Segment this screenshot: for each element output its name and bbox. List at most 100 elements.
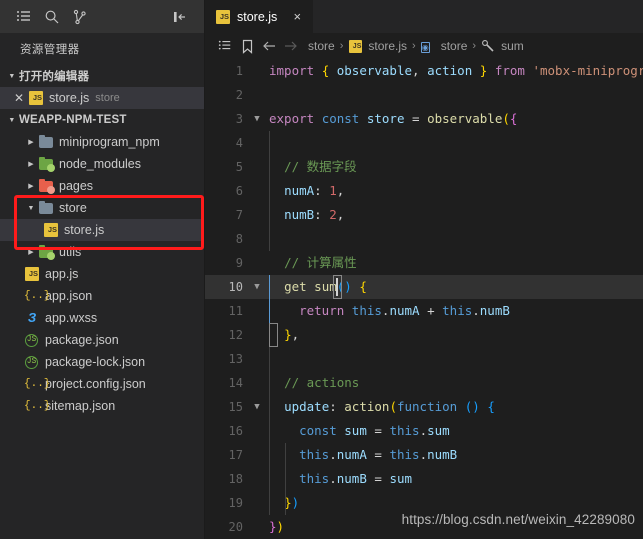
tree-item-node-modules[interactable]: node_modules: [0, 153, 204, 175]
breadcrumb-separator: ›: [412, 40, 416, 52]
tree-item-app-json[interactable]: {..}app.json: [0, 285, 204, 307]
tree-item-package-json[interactable]: JSpackage.json: [0, 329, 204, 351]
indent-guide: [285, 443, 286, 515]
code-line[interactable]: 1 import { observable, action } from 'mob…: [205, 59, 643, 83]
section-project-label: WEAPP-NPM-TEST: [19, 114, 127, 126]
open-editor-folder: store: [95, 92, 119, 104]
line-number: 20: [205, 515, 249, 539]
code-line[interactable]: 4: [205, 131, 643, 155]
code-line[interactable]: 16 const sum = this.sum: [205, 419, 643, 443]
code-line[interactable]: 17 this.numA = this.numB: [205, 443, 643, 467]
line-number: 19: [205, 491, 249, 515]
breadcrumb-separator: ›: [472, 40, 476, 52]
tree-item-utils[interactable]: utils: [0, 241, 204, 263]
chevron-right-icon: [24, 179, 38, 193]
code-line-text: import { observable, action } from 'mobx…: [265, 59, 643, 83]
line-number: 16: [205, 419, 249, 443]
back-arrow-icon[interactable]: [258, 39, 280, 53]
code-line[interactable]: 10▼ get sum() {: [205, 275, 643, 299]
folder-icon: [38, 200, 54, 216]
line-number: 9: [205, 251, 249, 275]
tab-store-js[interactable]: JS store.js ×: [205, 0, 313, 33]
tree-item-label: app.wxss: [45, 311, 97, 325]
folder-icon: [38, 244, 54, 260]
tree-item-project-config-json[interactable]: {..} project.config.json: [0, 373, 204, 395]
bookmark-icon[interactable]: [236, 39, 258, 54]
collapse-panel-icon[interactable]: [166, 4, 194, 30]
breadcrumb-label: store: [441, 39, 468, 53]
line-number: 11: [205, 299, 249, 323]
tree-item-label: store.js: [64, 223, 104, 237]
breadcrumb-item-folder[interactable]: store: [308, 39, 335, 53]
fold-chevron-icon[interactable]: ▼: [249, 395, 265, 419]
code-line[interactable]: 18 this.numB = sum: [205, 467, 643, 491]
tree-item-pages[interactable]: pages: [0, 175, 204, 197]
code-line[interactable]: 5 // 数据字段: [205, 155, 643, 179]
section-open-editors[interactable]: 打开的编辑器: [0, 65, 204, 87]
tree-item-app-wxss[interactable]: Зapp.wxss: [0, 307, 204, 329]
fold-chevron-icon[interactable]: ▼: [249, 275, 265, 299]
tree-item-app-js[interactable]: JSapp.js: [0, 263, 204, 285]
line-number: 6: [205, 179, 249, 203]
outline-icon[interactable]: [214, 39, 236, 53]
line-number: 8: [205, 227, 249, 251]
tree-item-package-lock-json[interactable]: JS package-lock.json: [0, 351, 204, 373]
breadcrumb-item-file[interactable]: JS store.js: [348, 39, 407, 54]
line-number: 7: [205, 203, 249, 227]
tree-item-label: store: [59, 201, 87, 215]
js-file-icon: JS: [348, 39, 363, 54]
source-control-icon[interactable]: [66, 4, 94, 30]
code-line[interactable]: 3▼export const store = observable({: [205, 107, 643, 131]
code-line-text: numA: 1,: [265, 179, 643, 203]
json-file-icon: {..}: [24, 376, 40, 392]
code-line[interactable]: 11 return this.numA + this.numB: [205, 299, 643, 323]
breadcrumb-item-symbol-sum[interactable]: sum: [481, 39, 524, 54]
editor-tabbar: JS store.js ×: [205, 0, 643, 33]
code-line[interactable]: 14 // actions: [205, 371, 643, 395]
wxss-file-icon: З: [24, 310, 40, 326]
node-package-icon: JS: [24, 332, 40, 348]
open-editor-item-store-js[interactable]: ✕ JS store.js store: [0, 87, 204, 109]
tree-item-label: package-lock.json: [45, 355, 145, 369]
line-number: 18: [205, 467, 249, 491]
tree-item-miniprogram-npm[interactable]: miniprogram_npm: [0, 131, 204, 153]
js-file-icon: JS: [43, 222, 59, 238]
watermark-url: https://blog.csdn.net/weixin_42289080: [402, 508, 635, 532]
text-cursor: [336, 278, 338, 296]
tree-item-store[interactable]: store: [0, 197, 204, 219]
json-file-icon: {..}: [24, 398, 40, 414]
property-symbol-icon: [481, 39, 496, 54]
breadcrumb-item-symbol-store[interactable]: ◉ store: [421, 39, 468, 54]
code-line[interactable]: 9 // 计算属性: [205, 251, 643, 275]
code-line[interactable]: 13: [205, 347, 643, 371]
tree-item-sitemap-json[interactable]: {..}sitemap.json: [0, 395, 204, 417]
line-number: 1: [205, 59, 249, 83]
close-icon[interactable]: ×: [289, 9, 305, 25]
code-line[interactable]: 6 numA: 1,: [205, 179, 643, 203]
chevron-down-icon: [24, 201, 38, 215]
line-number: 5: [205, 155, 249, 179]
forward-arrow-icon[interactable]: [280, 39, 302, 53]
tree-item-label: project.config.json: [45, 377, 146, 391]
close-icon[interactable]: ✕: [10, 91, 28, 105]
chevron-down-icon: [5, 113, 19, 127]
code-line-text: // 数据字段: [265, 155, 643, 179]
explorer-icon[interactable]: [10, 4, 38, 30]
file-tree: miniprogram_npmnode_modulespagesstoreJSs…: [0, 131, 204, 417]
code-line[interactable]: 15▼ update: action(function () {: [205, 395, 643, 419]
code-line[interactable]: 2: [205, 83, 643, 107]
node-package-icon: JS: [24, 354, 40, 370]
search-icon[interactable]: [38, 4, 66, 30]
code-editor[interactable]: 1 import { observable, action } from 'mob…: [205, 59, 643, 539]
section-project-root[interactable]: WEAPP-NPM-TEST: [0, 109, 204, 131]
folder-icon: [38, 178, 54, 194]
indent-guide: [269, 419, 270, 515]
tree-item-label: node_modules: [59, 157, 141, 171]
line-number: 13: [205, 347, 249, 371]
code-line[interactable]: 8: [205, 227, 643, 251]
code-line[interactable]: 7 numB: 2,: [205, 203, 643, 227]
tree-item-store-js[interactable]: JS store.js: [0, 219, 204, 241]
breadcrumb-label: store: [308, 39, 335, 53]
fold-chevron-icon[interactable]: ▼: [249, 107, 265, 131]
line-number: 12: [205, 323, 249, 347]
